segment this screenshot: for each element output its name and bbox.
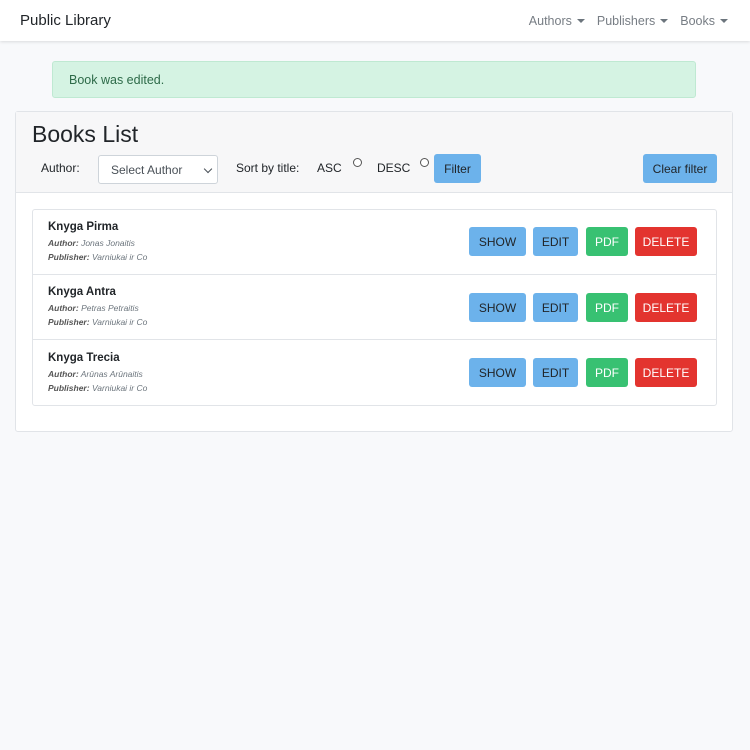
books-list: Knyga Pirma Author: Jonas Jonaitis Publi…: [32, 209, 717, 406]
author-meta-label: Author:: [48, 369, 79, 379]
author-name: Arūnas Arūnaitis: [80, 369, 143, 379]
desc-radio[interactable]: [420, 158, 429, 167]
publisher-name: Varniukai ir Co: [91, 383, 148, 393]
caret-down-icon: [576, 18, 585, 23]
author-name: Petras Petraitis: [81, 303, 139, 313]
book-author: Author: Jonas Jonaitis: [48, 238, 135, 248]
navbar: Public Library Authors Publishers Books: [0, 0, 750, 41]
book-author: Author: Arūnas Arūnaitis: [48, 369, 143, 379]
author-select[interactable]: Select Author: [98, 155, 218, 184]
delete-button[interactable]: DELETE: [635, 358, 697, 387]
pdf-button[interactable]: PDF: [586, 358, 628, 387]
author-meta-label: Author:: [48, 303, 79, 313]
nav-authors-label: Authors: [528, 13, 572, 28]
list-item: Knyga Pirma Author: Jonas Jonaitis Publi…: [33, 210, 716, 275]
books-card: Books List Author: Select Author Sort by…: [15, 111, 733, 432]
delete-button[interactable]: DELETE: [635, 227, 697, 256]
clear-filter-button[interactable]: Clear filter: [643, 154, 717, 183]
show-button[interactable]: SHOW: [469, 227, 526, 256]
list-item: Knyga Antra Author: Petras Petraitis Pub…: [33, 275, 716, 340]
nav-authors-dropdown[interactable]: Authors: [529, 14, 585, 28]
author-filter-label: Author:: [41, 161, 80, 175]
nav-books-label: Books: [680, 13, 715, 28]
delete-button[interactable]: DELETE: [635, 293, 697, 322]
desc-label: DESC: [377, 161, 411, 175]
author-name: Jonas Jonaitis: [81, 238, 135, 248]
asc-label: ASC: [317, 161, 342, 175]
filter-button[interactable]: Filter: [434, 154, 481, 183]
book-publisher: Publisher: Varniukai ir Co: [48, 317, 147, 327]
book-title: Knyga Trecia: [48, 352, 120, 364]
nav-books-dropdown[interactable]: Books: [680, 14, 728, 28]
book-title: Knyga Pirma: [48, 221, 119, 233]
edit-button[interactable]: EDIT: [533, 358, 578, 387]
sort-label: Sort by title:: [236, 161, 300, 175]
book-author: Author: Petras Petraitis: [48, 303, 139, 313]
asc-radio[interactable]: [353, 158, 362, 167]
book-publisher: Publisher: Varniukai ir Co: [48, 252, 147, 262]
nav-publishers-dropdown[interactable]: Publishers: [596, 13, 669, 28]
edit-button[interactable]: EDIT: [533, 293, 578, 322]
caret-down-icon: [660, 18, 669, 23]
edit-button[interactable]: EDIT: [533, 227, 578, 256]
card-header: Books List Author: Select Author Sort by…: [16, 112, 732, 193]
publisher-name: Varniukai ir Co: [91, 252, 148, 262]
publisher-name: Varniukai ir Co: [91, 317, 148, 327]
nav-publishers-label: Publishers: [596, 13, 656, 28]
list-item: Knyga Trecia Author: Arūnas Arūnaitis Pu…: [33, 341, 716, 406]
page-title: Books List: [32, 121, 139, 147]
success-alert: Book was edited.: [52, 61, 696, 98]
caret-down-icon: [720, 18, 728, 23]
book-publisher: Publisher: Varniukai ir Co: [48, 383, 147, 393]
publisher-meta-label: Publisher:: [48, 317, 90, 327]
alert-message: Book was edited.: [69, 72, 165, 87]
pdf-button[interactable]: PDF: [586, 293, 628, 322]
show-button[interactable]: SHOW: [469, 293, 526, 322]
nav-menu: Authors Publishers Books: [529, 0, 728, 41]
publisher-meta-label: Publisher:: [48, 383, 90, 393]
brand-link[interactable]: Public Library: [20, 12, 111, 29]
chevron-down-icon: [203, 164, 213, 174]
author-meta-label: Author:: [48, 238, 79, 248]
show-button[interactable]: SHOW: [469, 358, 526, 387]
book-title: Knyga Antra: [48, 286, 116, 298]
author-select-value: Select Author: [111, 162, 183, 177]
publisher-meta-label: Publisher:: [48, 252, 90, 262]
pdf-button[interactable]: PDF: [586, 227, 628, 256]
